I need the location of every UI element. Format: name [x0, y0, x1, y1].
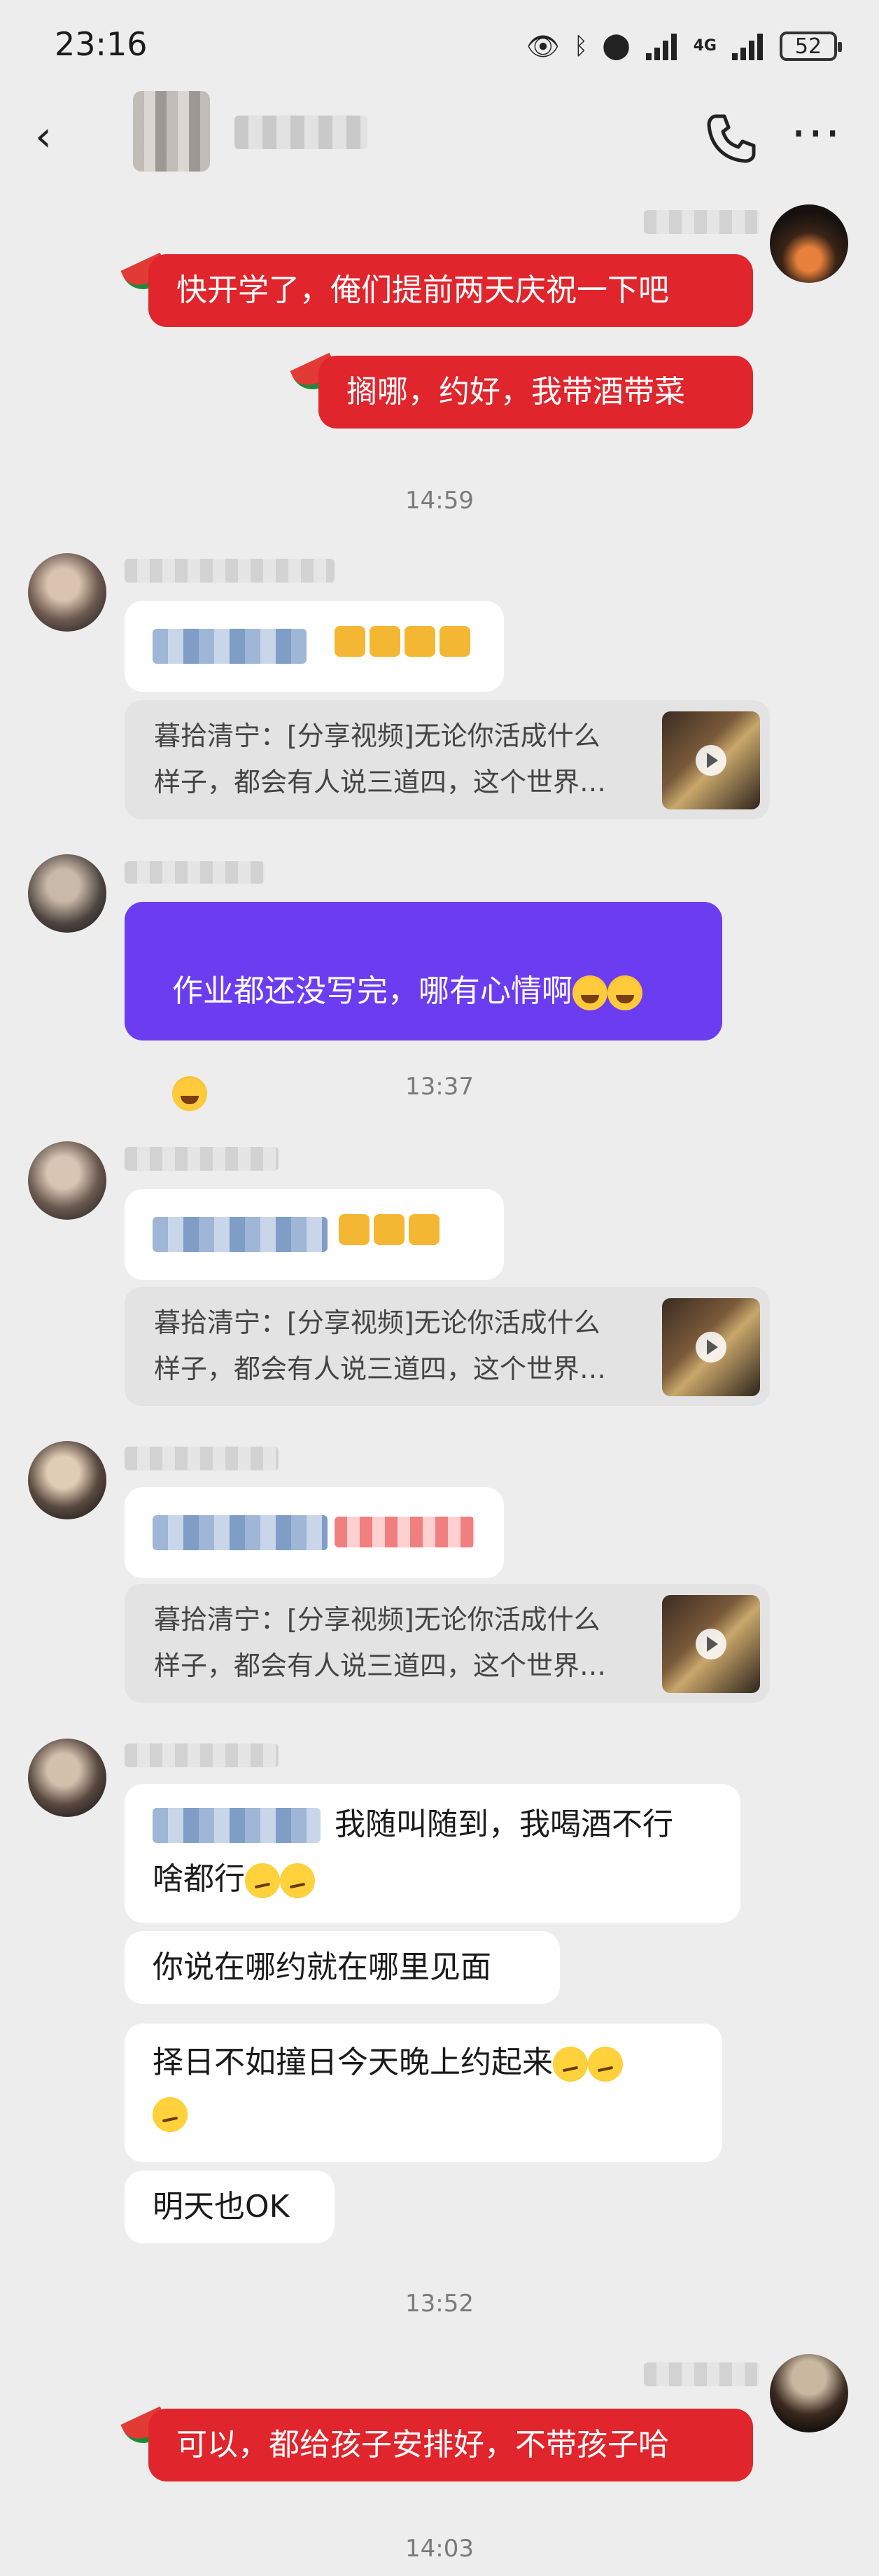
- smirk-icon: [280, 1863, 315, 1898]
- card-line: 样子，都会有人说三道四，这个世界…: [154, 767, 607, 798]
- blurred-emoji: [335, 1517, 474, 1547]
- smirk-icon: [553, 2047, 588, 2082]
- card-line: 样子，都会有人说三道四，这个世界…: [154, 1650, 607, 1681]
- emoji-row: [339, 1214, 440, 1245]
- emoji-row: [335, 626, 470, 657]
- message-bubble[interactable]: [125, 601, 504, 692]
- shared-video-card[interactable]: 暮拾清宁：[分享视频]无论你活成什么 样子，都会有人说三道四，这个世界…: [125, 1287, 770, 1406]
- play-icon: [696, 745, 726, 776]
- avatar[interactable]: [770, 2354, 848, 2432]
- more-icon[interactable]: ···: [791, 105, 842, 162]
- video-thumbnail: [662, 1595, 760, 1693]
- sender-name-blurred: [125, 559, 335, 583]
- message-bubble[interactable]: 快开学了，俺们提前两天庆祝一下吧: [148, 254, 753, 327]
- sender-name-blurred: [125, 1447, 279, 1470]
- battery-level: 52: [794, 34, 822, 59]
- card-line: 暮拾清宁：[分享视频]无论你活成什么: [154, 1307, 600, 1338]
- sender-name-blurred: [644, 210, 759, 234]
- blurred-text: [153, 1515, 328, 1550]
- battery-icon: 52: [780, 32, 842, 61]
- message-bubble[interactable]: 择日不如撞日今天晚上约起来: [125, 2024, 722, 2162]
- timestamp: 13:37: [405, 1073, 474, 1101]
- message-text: 我随叫随到，我喝酒不行: [335, 1806, 673, 1842]
- status-icons: 👁 ᛒ ⬤ 4G 52: [526, 25, 842, 67]
- avatar[interactable]: [28, 854, 106, 933]
- avatar[interactable]: [28, 1141, 106, 1220]
- phone-icon[interactable]: [703, 111, 759, 167]
- sender-name-blurred: [125, 1743, 279, 1767]
- avatar[interactable]: [28, 1441, 106, 1519]
- bluetooth-icon: ᛒ: [573, 32, 589, 60]
- play-icon: [696, 1332, 726, 1363]
- thumbs-up-icon: [405, 626, 435, 657]
- smirk-icon: [153, 2097, 188, 2132]
- blurred-text: [153, 1808, 321, 1843]
- blurred-text: [153, 629, 307, 664]
- chevron-left-icon[interactable]: ‹: [35, 112, 52, 161]
- laughing-crying-icon: [607, 975, 642, 1010]
- message-text: 择日不如撞日今天晚上约起来: [153, 2045, 553, 2080]
- avatar[interactable]: [770, 204, 848, 283]
- message-bubble[interactable]: 你说在哪约就在哪里见面: [125, 1931, 560, 2004]
- laughing-crying-icon: [572, 975, 607, 1010]
- status-bar: 23:16 👁 ᛒ ⬤ 4G 52: [0, 0, 879, 91]
- timestamp: 14:03: [405, 2535, 474, 2563]
- card-line: 暮拾清宁：[分享视频]无论你活成什么: [154, 1604, 600, 1635]
- avatar[interactable]: [28, 1739, 106, 1817]
- avatar[interactable]: [28, 553, 106, 632]
- thumbs-up-icon: [409, 1214, 440, 1245]
- avatar[interactable]: [133, 91, 210, 172]
- message-bubble[interactable]: [125, 1189, 504, 1280]
- video-thumbnail: [662, 1298, 760, 1396]
- message-bubble[interactable]: 作业都还没写完，哪有心情啊: [125, 902, 722, 1111]
- eye-icon: 👁: [526, 31, 560, 62]
- card-line: 暮拾清宁：[分享视频]无论你活成什么: [154, 720, 600, 751]
- thumbs-up-icon: [339, 1214, 370, 1245]
- message-bubble[interactable]: 搁哪，约好，我带酒带菜: [318, 356, 753, 429]
- message-bubble[interactable]: 可以，都给孩子安排好，不带孩子哈: [148, 2409, 753, 2481]
- card-line: 样子，都会有人说三道四，这个世界…: [154, 1353, 607, 1384]
- signal-icon: [645, 34, 677, 60]
- shared-video-card[interactable]: 暮拾清宁：[分享视频]无论你活成什么 样子，都会有人说三道四，这个世界…: [125, 700, 770, 819]
- thumbs-up-icon: [335, 626, 365, 657]
- signal-icon-2: [732, 34, 763, 60]
- sender-name-blurred: [125, 861, 265, 884]
- sender-name-blurred: [125, 1147, 279, 1171]
- message-bubble[interactable]: [125, 1487, 504, 1578]
- shared-video-card[interactable]: 暮拾清宁：[分享视频]无论你活成什么 样子，都会有人说三道四，这个世界…: [125, 1584, 770, 1703]
- thumbs-up-icon: [370, 626, 400, 657]
- contact-name-blurred[interactable]: [234, 116, 367, 149]
- status-time: 23:16: [55, 25, 148, 63]
- play-icon: [696, 1629, 726, 1659]
- message-bubble[interactable]: 我随叫随到，我喝酒不行 啥都行: [125, 1784, 740, 1923]
- thumbs-up-icon: [374, 1214, 405, 1245]
- location-icon: ⬤: [602, 32, 631, 60]
- message-text: 作业都还没写完，哪有心情啊: [171, 973, 572, 1009]
- video-thumbnail: [662, 711, 760, 809]
- signal-4g-icon: 4G: [693, 37, 717, 55]
- timestamp: 13:52: [405, 2290, 474, 2318]
- sender-name-blurred: [644, 2362, 759, 2386]
- message-text: 啥都行: [153, 1861, 245, 1897]
- message-bubble[interactable]: 明天也OK: [125, 2171, 335, 2243]
- smirk-icon: [245, 1863, 280, 1898]
- blurred-text: [153, 1217, 328, 1252]
- thumbs-up-icon: [440, 626, 470, 657]
- message-line: 啥都行: [153, 1854, 315, 1905]
- smirk-icon: [588, 2047, 623, 2082]
- timestamp: 14:59: [405, 487, 474, 515]
